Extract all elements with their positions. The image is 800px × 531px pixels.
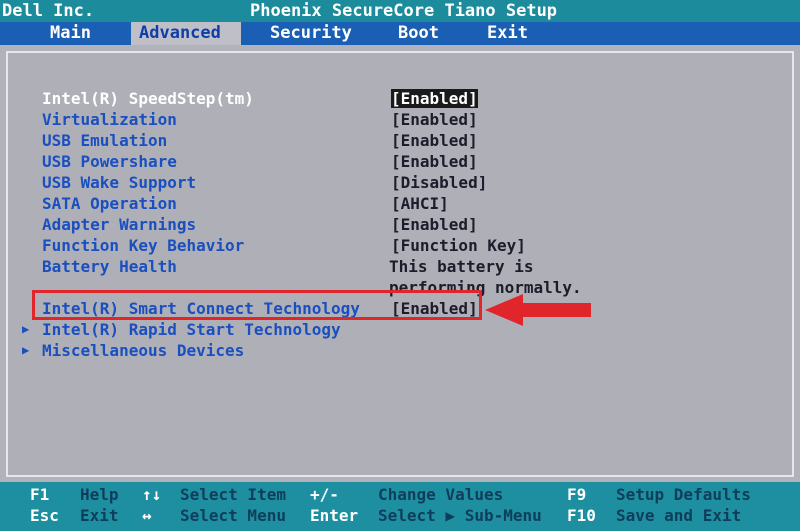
updown-key: ↑↓ <box>142 485 162 504</box>
vendor-name: Dell Inc. <box>2 1 95 21</box>
setting-value[interactable]: [Enabled] <box>391 130 478 151</box>
setting-row-usb-wake[interactable]: USB Wake Support [Disabled] <box>8 172 796 193</box>
menu-bar: Main Advanced Security Boot Exit <box>0 22 800 45</box>
annotation-highlight-box <box>32 290 482 320</box>
plusminus-desc: Change Values <box>378 485 504 504</box>
setting-label: Adapter Warnings <box>42 215 197 234</box>
setting-value[interactable]: [Disabled] <box>391 172 487 193</box>
setting-row-speedstep[interactable]: Intel(R) SpeedStep(tm) [Enabled] <box>8 88 796 109</box>
tab-boot[interactable]: Boot <box>390 22 447 45</box>
setting-label: USB Powershare <box>42 152 177 171</box>
setting-value[interactable]: [Function Key] <box>391 235 526 256</box>
setting-row-function-key[interactable]: Function Key Behavior [Function Key] <box>8 235 796 256</box>
leftright-key: ↔ <box>142 506 152 525</box>
esc-desc: Exit <box>80 506 119 525</box>
updown-desc: Select Item <box>180 485 286 504</box>
setup-title: Phoenix SecureCore Tiano Setup <box>250 1 558 21</box>
setting-label: Virtualization <box>42 110 177 129</box>
f10-desc: Save and Exit <box>616 506 742 525</box>
plusminus-key: +/- <box>310 485 339 504</box>
enter-key: Enter <box>310 506 359 525</box>
setting-label: Battery Health <box>42 257 177 276</box>
setting-label: USB Emulation <box>42 131 168 150</box>
tab-security[interactable]: Security <box>262 22 360 45</box>
f1-desc: Help <box>80 485 119 504</box>
setting-value[interactable]: [Enabled] <box>391 109 478 130</box>
settings-panel: Intel(R) SpeedStep(tm) [Enabled] Virtual… <box>6 51 794 477</box>
submenu-label: Miscellaneous Devices <box>42 341 245 360</box>
setting-row-virtualization[interactable]: Virtualization [Enabled] <box>8 109 796 130</box>
setting-value[interactable]: [Enabled] <box>391 214 478 235</box>
esc-key: Esc <box>30 506 59 525</box>
setting-row-sata[interactable]: SATA Operation [AHCI] <box>8 193 796 214</box>
setting-label: Intel(R) SpeedStep(tm) <box>42 89 254 108</box>
f1-key: F1 <box>30 485 50 504</box>
setting-label: Function Key Behavior <box>42 236 245 255</box>
enter-desc: Select ▶ Sub-Menu <box>378 506 542 525</box>
submenu-arrow-icon: ▶ <box>22 322 30 336</box>
tab-main[interactable]: Main <box>42 22 99 45</box>
f9-key: F9 <box>567 485 587 504</box>
submenu-misc-devices[interactable]: ▶ Miscellaneous Devices <box>8 340 796 361</box>
setting-row-usb-emulation[interactable]: USB Emulation [Enabled] <box>8 130 796 151</box>
submenu-label: Intel(R) Rapid Start Technology <box>42 320 341 339</box>
title-bar: Dell Inc. Phoenix SecureCore Tiano Setup <box>0 0 800 22</box>
battery-status-line-1: This battery is <box>389 257 534 276</box>
tab-exit[interactable]: Exit <box>479 22 536 45</box>
tab-advanced[interactable]: Advanced <box>131 22 241 45</box>
setting-label: SATA Operation <box>42 194 177 213</box>
setting-value[interactable]: [AHCI] <box>391 193 449 214</box>
key-help-bar: F1 Help Esc Exit ↑↓ Select Item ↔ Select… <box>0 482 800 531</box>
setting-row-usb-powershare[interactable]: USB Powershare [Enabled] <box>8 151 796 172</box>
setting-value[interactable]: [Enabled] <box>391 151 478 172</box>
setting-label: USB Wake Support <box>42 173 197 192</box>
annotation-arrow-icon <box>485 294 591 326</box>
f10-key: F10 <box>567 506 596 525</box>
selected-value[interactable]: [Enabled] <box>391 89 478 108</box>
leftright-desc: Select Menu <box>180 506 286 525</box>
submenu-arrow-icon: ▶ <box>22 343 30 357</box>
f9-desc: Setup Defaults <box>616 485 751 504</box>
submenu-rapid-start[interactable]: ▶ Intel(R) Rapid Start Technology <box>8 319 796 340</box>
setting-row-adapter-warnings[interactable]: Adapter Warnings [Enabled] <box>8 214 796 235</box>
setting-value[interactable]: [Enabled] <box>391 88 478 109</box>
